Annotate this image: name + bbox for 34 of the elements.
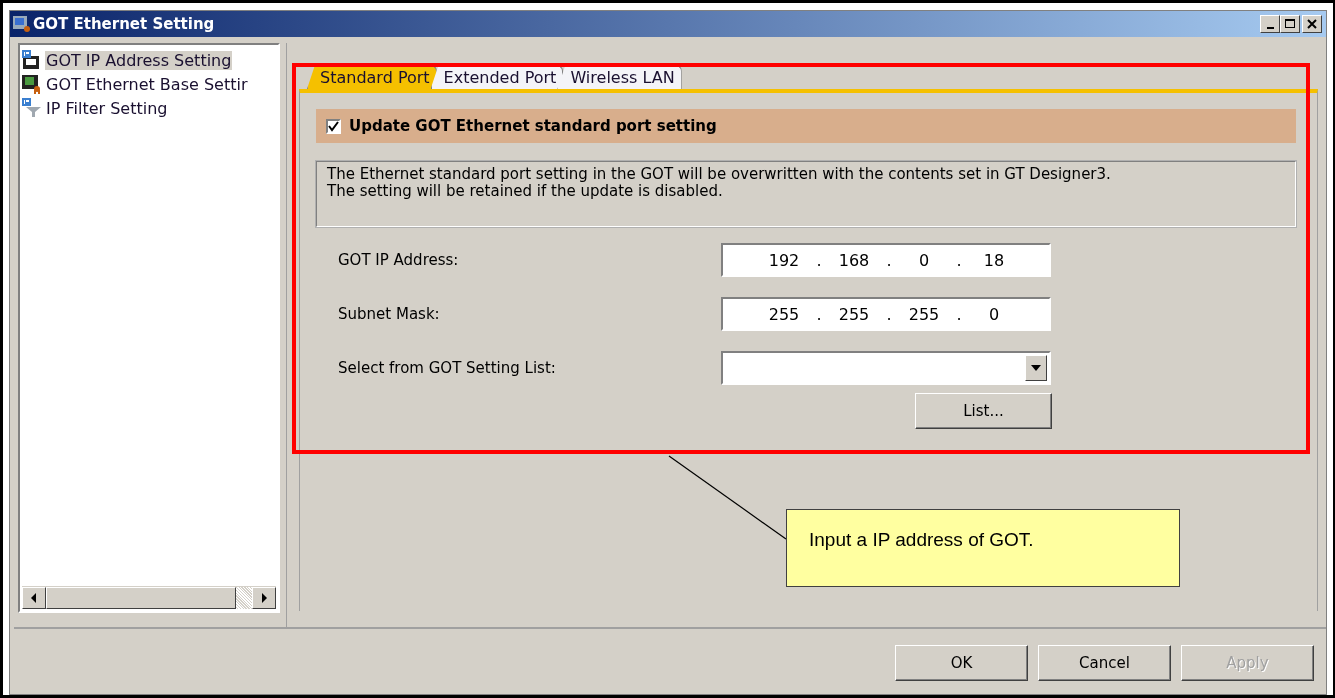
ip-disk-icon	[22, 50, 42, 70]
ip-address-field[interactable]: 192 . 168 . 0 . 18	[721, 243, 1051, 277]
scroll-thumb[interactable]	[46, 587, 236, 609]
minimize-icon	[1266, 27, 1274, 29]
description-text: The setting will be retained if the update is disabled.	[327, 183, 724, 200]
minimize-button[interactable]	[1260, 15, 1280, 33]
horizontal-scrollbar[interactable]	[22, 586, 276, 609]
update-checkbox[interactable]	[326, 118, 341, 134]
field-label: Select from GOT Setting List:	[337, 359, 557, 377]
tab[interactable]: Standard Port	[307, 65, 437, 89]
checkbox-label: Update GOT Ethernet standard port setting	[349, 117, 717, 135]
description-text: The Ethernet standard port setting in the GOT will be overwritten with the contents set in GT Designer3.	[327, 166, 1112, 183]
dialog-button[interactable]: OK	[895, 645, 1028, 681]
setting-list-dropdown[interactable]	[721, 351, 1051, 385]
list-button[interactable]: List...	[915, 393, 1052, 429]
tree-item[interactable]: IP Filter Setting	[45, 98, 169, 118]
close-button[interactable]	[1302, 15, 1322, 33]
callout-note: Input a IP address of GOT.	[786, 509, 1180, 587]
app-icon	[13, 15, 31, 33]
field-label: GOT IP Address:	[337, 251, 460, 269]
tree-item[interactable]: GOT Ethernet Base Settir	[45, 74, 249, 94]
scroll-left-icon[interactable]	[22, 587, 46, 609]
scroll-track[interactable]	[236, 587, 252, 609]
ip-filter-icon	[22, 98, 42, 118]
maximize-icon	[1285, 19, 1295, 29]
window-title: GOT Ethernet Setting	[33, 15, 216, 33]
close-icon	[1307, 19, 1317, 29]
network-wrench-icon	[22, 74, 42, 94]
tree-item[interactable]: GOT IP Address Setting	[45, 50, 233, 70]
dialog-button[interactable]: Cancel	[1038, 645, 1171, 681]
field-label: Subnet Mask:	[337, 305, 441, 323]
maximize-button[interactable]	[1280, 15, 1300, 33]
scroll-right-icon[interactable]	[252, 587, 276, 609]
ip-address-field[interactable]: 255 . 255 . 255 . 0	[721, 297, 1051, 331]
